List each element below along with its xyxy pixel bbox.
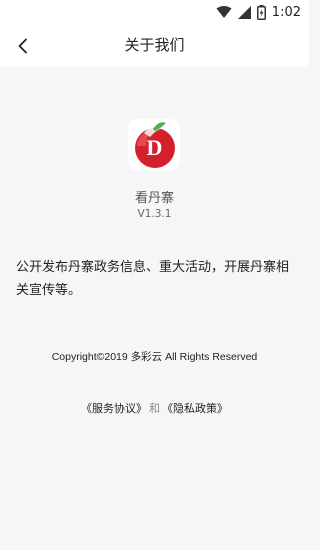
page-title: 关于我们 (124, 36, 185, 54)
copyright-text: Copyright©2019 多彩云 All Rights Reserved (51, 351, 258, 363)
app-logo: D (128, 119, 180, 171)
service-agreement-link[interactable]: 《服务协议》 (81, 402, 147, 415)
app-bar: 关于我们 (0, 24, 309, 67)
status-bar: 1:02 (0, 0, 309, 24)
main-content: D 看丹寨 V1.3.1 公开发布丹寨政务信息、重大活动，开展丹寨相关宣传等。 … (0, 67, 309, 550)
signal-icon (237, 5, 251, 19)
status-time: 1:02 (271, 4, 301, 20)
battery-charging-icon (256, 4, 266, 20)
legal-links: 《服务协议》和《隐私政策》 (0, 400, 309, 416)
links-separator: 和 (149, 402, 160, 415)
app-description: 公开发布丹寨政务信息、重大活动，开展丹寨相关宣传等。 (16, 260, 290, 298)
logo-letter: D (147, 135, 163, 160)
app-version: V1.3.1 (137, 208, 172, 220)
back-button[interactable] (8, 31, 38, 61)
status-icons: 1:02 (216, 3, 301, 21)
chevron-left-icon (18, 38, 27, 54)
wifi-icon (216, 6, 232, 18)
privacy-policy-link[interactable]: 《隐私政策》 (162, 402, 228, 415)
app-name: 看丹寨 (134, 191, 174, 206)
